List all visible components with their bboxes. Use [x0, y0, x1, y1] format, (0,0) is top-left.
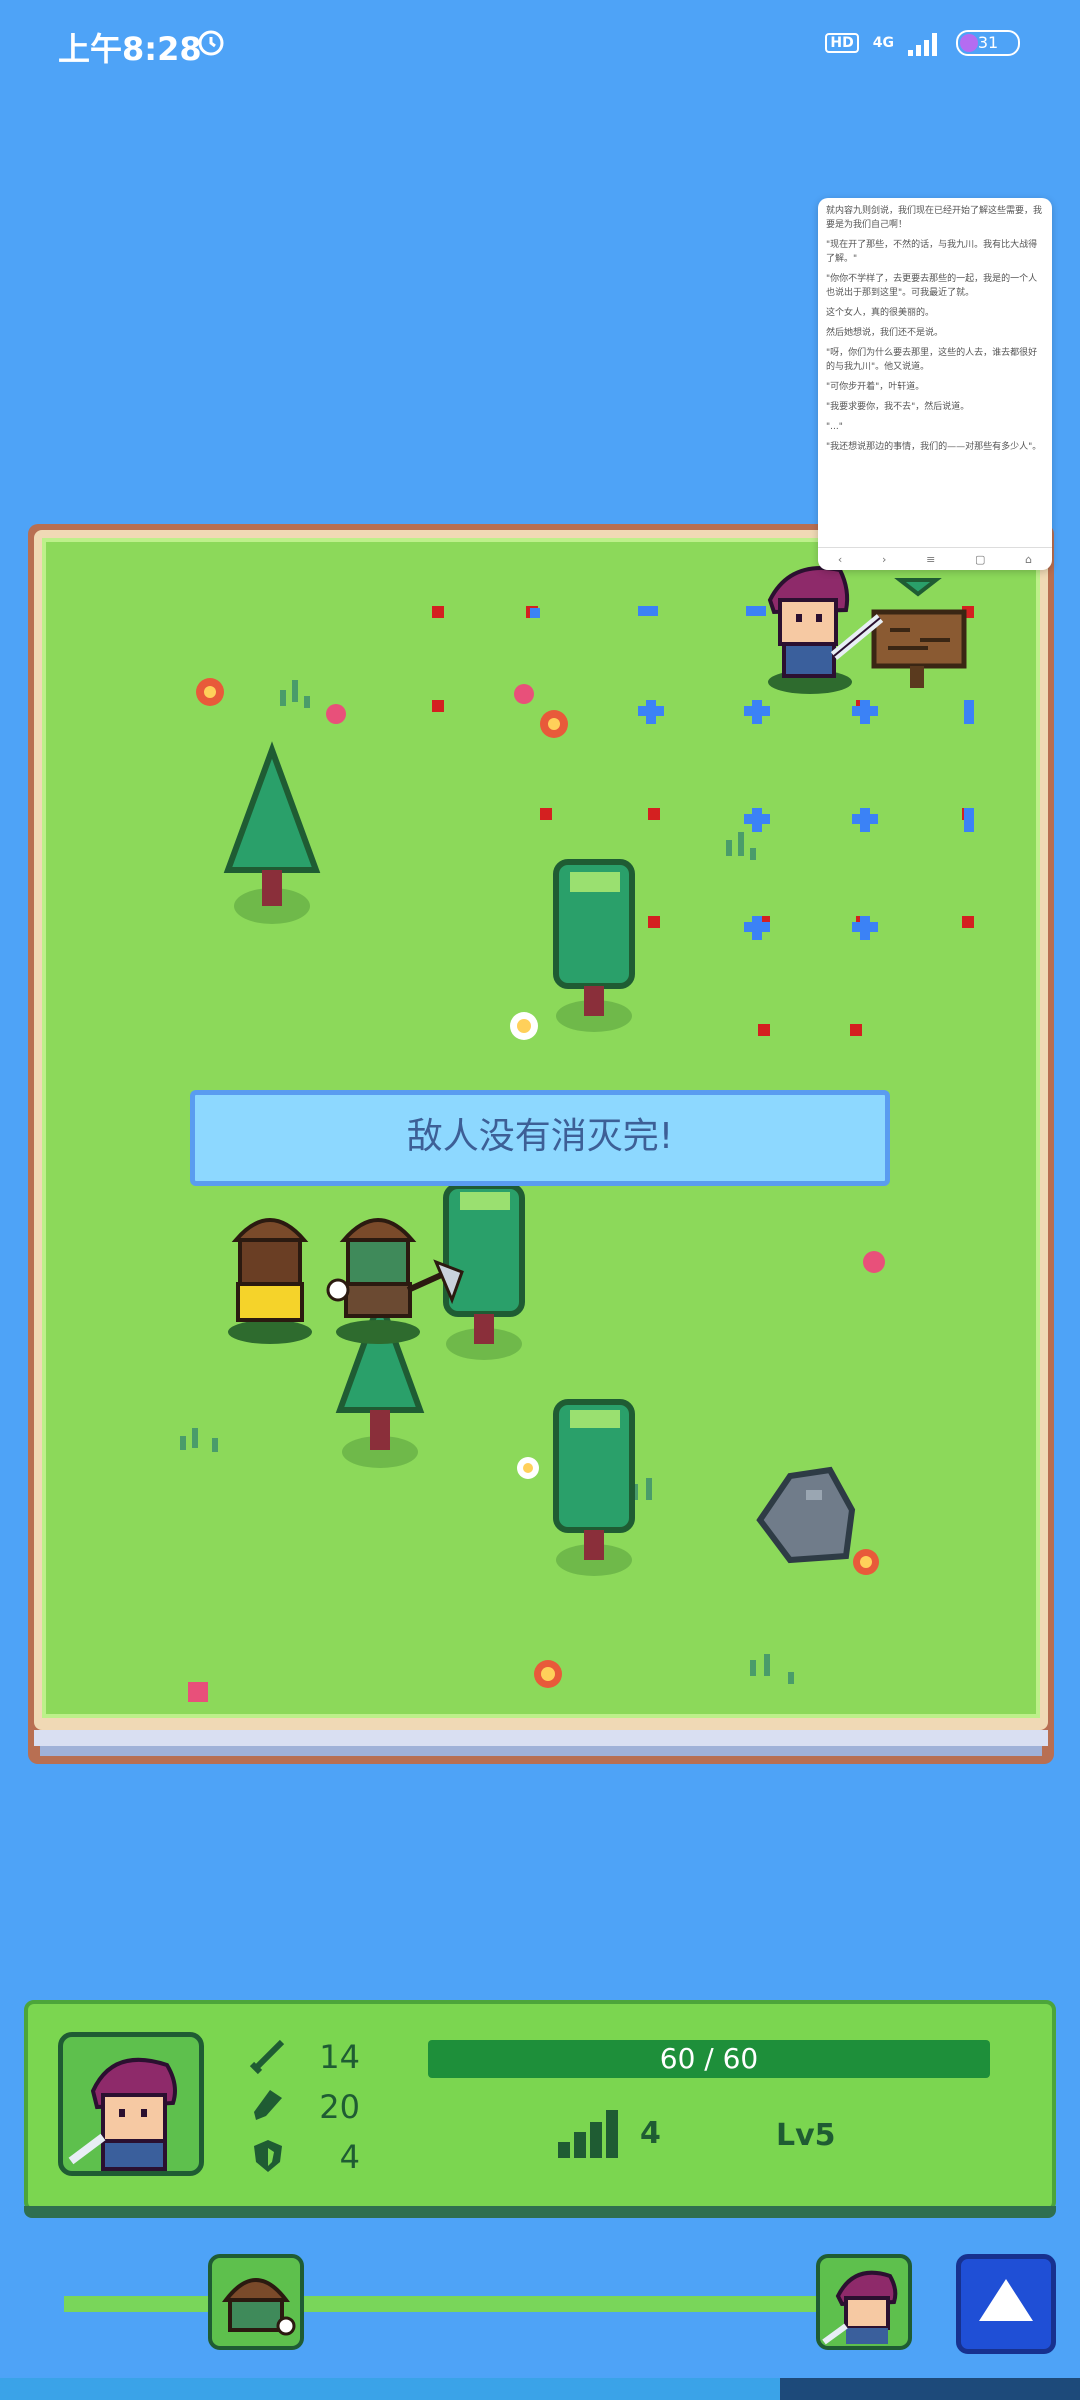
level-count: 4 — [640, 2116, 661, 2151]
floating-text-popup[interactable]: 就内容九则剑说，我们现在已经开始了解这些需要，我要是为我们自己啊！ "现在开了那… — [818, 198, 1052, 570]
popup-line: 然后她想说，我们还不是说。 — [826, 328, 944, 338]
popup-line: "现在开了那些，不然的话，与我九川。我有比大战得了解。" — [826, 240, 1038, 264]
back-icon[interactable]: ‹ — [838, 553, 842, 566]
up-arrow-icon — [979, 2279, 1033, 2321]
popup-line: "可你步开着"，叶轩道。 — [826, 382, 925, 392]
home-icon[interactable]: ⌂ — [1025, 553, 1032, 566]
enemy-turn-portrait[interactable] — [208, 2254, 304, 2350]
popup-line: "呀，你们为什么要去那里，这些的人去，谁去都很好的与我九川"。他又说道。 — [826, 348, 1038, 372]
attack-value: 14 — [319, 2038, 360, 2076]
level-bars-icon — [558, 2110, 618, 2158]
popup-nav: ‹ › ≡ ▢ ⌂ — [818, 547, 1052, 570]
hero-portrait[interactable] — [58, 2032, 204, 2176]
sword-icon — [249, 2039, 285, 2075]
hero-portrait-icon — [68, 2057, 177, 2171]
enemy-sprite-2 — [326, 1218, 464, 1344]
popup-line: 这个女人，真的很美丽的。 — [826, 308, 935, 318]
tabs-icon[interactable]: ▢ — [975, 553, 985, 566]
signpost — [871, 578, 967, 688]
shield-icon — [254, 2140, 282, 2172]
rock — [756, 1466, 856, 1564]
popup-line: "..." — [826, 422, 843, 432]
popup-line: "你你不学样了，去更要去那些的一起，我是的一个人也说出于那到这里"。可我最近了就… — [826, 274, 1038, 298]
turn-timeline — [64, 2296, 864, 2312]
level-label: Lv5 — [776, 2118, 836, 2153]
popup-line: "我还想说那边的事情，我们的——对那些有多少人"。 — [826, 442, 1042, 452]
speed-value: 20 — [319, 2088, 360, 2126]
enemy-sprite-1 — [228, 1218, 312, 1344]
hero-turn-portrait[interactable] — [816, 2254, 912, 2350]
end-turn-button[interactable] — [956, 2254, 1056, 2354]
defense-value: 4 — [339, 2138, 360, 2176]
forward-icon[interactable]: › — [882, 553, 886, 566]
hero-turn-portrait-icon — [822, 2270, 898, 2345]
boot-icon — [254, 2090, 282, 2120]
pine-tree — [223, 741, 321, 924]
enemy-remaining-message: 敌人没有消灭完! — [190, 1090, 890, 1186]
popup-line: 就内容九则剑说，我们现在已经开始了解这些需要，我要是为我们自己啊！ — [826, 206, 1043, 230]
enemy-portrait-icon — [221, 2278, 296, 2336]
menu-icon[interactable]: ≡ — [926, 553, 935, 566]
popup-line: "我要求要你，我不去"，然后说道。 — [826, 402, 970, 412]
hp-bar: 60 / 60 — [428, 2040, 990, 2078]
hero-sprite — [767, 566, 884, 694]
